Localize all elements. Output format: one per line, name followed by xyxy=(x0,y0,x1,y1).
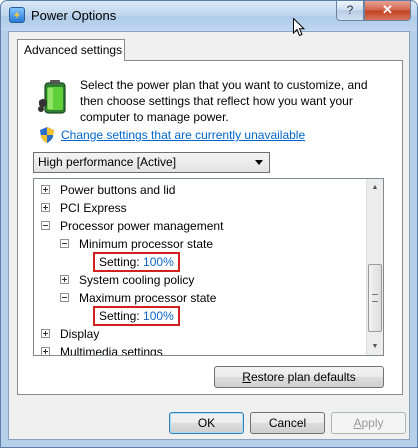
power-options-window: Power Options ? ✕ Advanced settings Sele… xyxy=(0,0,418,448)
title-bar[interactable]: Power Options ? ✕ xyxy=(1,1,417,31)
tree-item-label: Multimedia settings xyxy=(60,345,163,356)
change-unavailable-settings-link[interactable]: Change settings that are currently unava… xyxy=(61,128,305,142)
expand-plus-icon[interactable] xyxy=(41,185,50,194)
maximum-processor-setting[interactable]: Setting: 100% xyxy=(93,306,180,326)
collapse-minus-icon[interactable] xyxy=(41,221,50,230)
expand-plus-icon[interactable] xyxy=(41,347,50,355)
mouse-pointer-icon xyxy=(293,18,305,37)
uac-shield-icon xyxy=(40,127,54,143)
dialog-client-area: Advanced settings Select the power plan … xyxy=(8,31,410,440)
chevron-down-icon xyxy=(255,160,263,165)
apply-access-key: A xyxy=(353,416,362,430)
ok-button[interactable]: OK xyxy=(169,412,244,434)
restore-access-key: R xyxy=(242,370,251,384)
tree-item-label: Display xyxy=(60,327,100,341)
scroll-up-icon[interactable]: ▲ xyxy=(367,179,383,196)
minimum-processor-setting-value[interactable]: 100% xyxy=(143,255,174,269)
tree-item-label: Minimum processor state xyxy=(79,237,214,251)
minimum-processor-setting[interactable]: Setting: 100% xyxy=(93,252,180,272)
power-plan-selected-value: High performance [Active] xyxy=(38,155,177,169)
advanced-settings-tree[interactable]: Power buttons and lid PCI Express Proces… xyxy=(33,178,384,356)
tree-item-label: Processor power management xyxy=(60,219,224,233)
apply-label: pply xyxy=(361,416,384,430)
restore-plan-defaults-button[interactable]: Restore plan defaults xyxy=(214,366,384,388)
expand-plus-icon[interactable] xyxy=(41,329,50,338)
collapse-minus-icon[interactable] xyxy=(60,293,69,302)
expand-plus-icon[interactable] xyxy=(41,203,50,212)
expand-plus-icon[interactable] xyxy=(60,275,69,284)
window-title: Power Options xyxy=(31,8,117,23)
tree-item-label: PCI Express xyxy=(60,201,127,215)
help-button[interactable]: ? xyxy=(336,1,364,21)
cancel-button[interactable]: Cancel xyxy=(250,412,325,434)
tree-item-label: Power buttons and lid xyxy=(60,183,176,197)
power-options-icon xyxy=(9,7,25,23)
power-plan-dropdown[interactable]: High performance [Active] xyxy=(33,152,270,173)
close-button[interactable]: ✕ xyxy=(364,1,411,21)
apply-button[interactable]: Apply xyxy=(331,412,406,434)
scroll-down-icon[interactable]: ▼ xyxy=(367,338,383,355)
tree-item-label: System cooling policy xyxy=(79,273,195,287)
setting-label: Setting: xyxy=(99,309,140,323)
setting-label: Setting: xyxy=(99,255,140,269)
scrollbar-thumb[interactable] xyxy=(368,264,382,332)
tab-advanced-settings[interactable]: Advanced settings xyxy=(17,39,125,61)
plan-description: Select the power plan that you want to c… xyxy=(80,78,368,124)
collapse-minus-icon[interactable] xyxy=(60,239,69,248)
maximum-processor-setting-value[interactable]: 100% xyxy=(143,309,174,323)
battery-power-icon xyxy=(38,80,66,114)
tree-vertical-scrollbar[interactable]: ▲ ▼ xyxy=(366,179,383,355)
tree-item-label: Maximum processor state xyxy=(79,291,217,305)
restore-label: estore plan defaults xyxy=(250,370,356,384)
